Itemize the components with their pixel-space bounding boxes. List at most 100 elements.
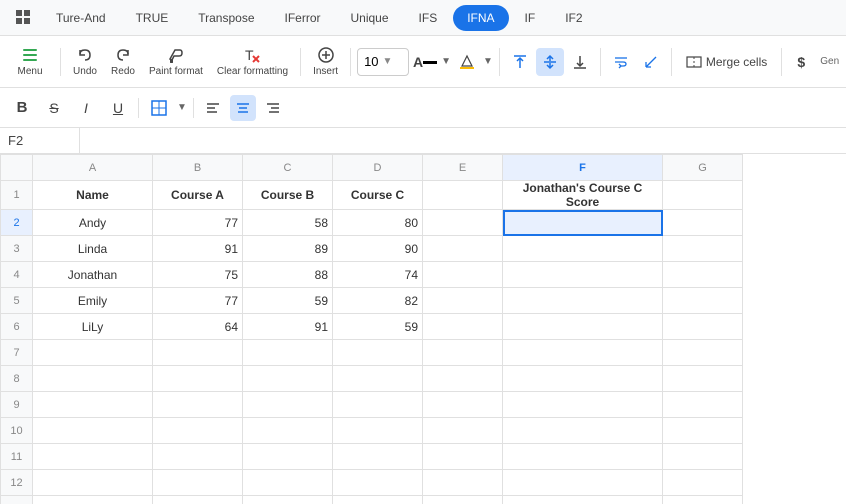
- grid-container[interactable]: A B C D E F G 1 Name Course A Course B C…: [0, 154, 846, 504]
- cell-e6[interactable]: [423, 314, 503, 340]
- cell-ref-box[interactable]: F2: [0, 128, 80, 153]
- cell-f2[interactable]: [503, 210, 663, 236]
- cell-g6[interactable]: [663, 314, 743, 340]
- align-center-button[interactable]: [230, 95, 256, 121]
- cell-g1[interactable]: [663, 181, 743, 210]
- cell-a6[interactable]: LiLy: [33, 314, 153, 340]
- cell-b3[interactable]: 91: [153, 236, 243, 262]
- cell-e5[interactable]: [423, 288, 503, 314]
- tab-if2[interactable]: IF2: [551, 5, 596, 31]
- cell-c2[interactable]: 58: [243, 210, 333, 236]
- clear-formatting-button[interactable]: T Clear formatting: [211, 42, 294, 81]
- undo-label: Undo: [73, 66, 97, 77]
- underline-button[interactable]: U: [104, 94, 132, 122]
- fill-color-button[interactable]: [453, 48, 481, 76]
- col-header-f[interactable]: F: [503, 155, 663, 181]
- cell-c6[interactable]: 91: [243, 314, 333, 340]
- table-body: 1 Name Course A Course B Course C Jonath…: [1, 181, 743, 504]
- cell-e2[interactable]: [423, 210, 503, 236]
- cell-c4[interactable]: 88: [243, 262, 333, 288]
- cell-d1[interactable]: Course C: [333, 181, 423, 210]
- fmt-sep2: [193, 98, 194, 118]
- table-row: 7: [1, 340, 743, 366]
- fill-color-dropdown[interactable]: ▼: [483, 56, 493, 67]
- cell-a3[interactable]: Linda: [33, 236, 153, 262]
- tab-ture-and[interactable]: Ture-And: [42, 5, 120, 31]
- cell-a2[interactable]: Andy: [33, 210, 153, 236]
- cell-f5[interactable]: [503, 288, 663, 314]
- font-size-selector[interactable]: 10 ▼: [357, 48, 409, 76]
- cell-c5[interactable]: 59: [243, 288, 333, 314]
- cell-g2[interactable]: [663, 210, 743, 236]
- cell-f3[interactable]: [503, 236, 663, 262]
- formula-bar[interactable]: [80, 128, 846, 153]
- borders-dropdown[interactable]: ▼: [177, 102, 187, 113]
- cell-d6[interactable]: 59: [333, 314, 423, 340]
- col-header-a[interactable]: A: [33, 155, 153, 181]
- text-rotate-button[interactable]: [637, 48, 665, 76]
- currency-button[interactable]: $: [788, 49, 814, 75]
- cell-a4[interactable]: Jonathan: [33, 262, 153, 288]
- cell-c3[interactable]: 89: [243, 236, 333, 262]
- strikethrough-button[interactable]: S: [40, 94, 68, 122]
- merge-cells-button[interactable]: Merge cells: [678, 52, 775, 72]
- bold-button[interactable]: B: [8, 94, 36, 122]
- cell-b4[interactable]: 75: [153, 262, 243, 288]
- tab-iferror[interactable]: IFerror: [271, 5, 335, 31]
- fmt-sep1: [138, 98, 139, 118]
- borders-button[interactable]: [145, 94, 173, 122]
- cell-a1[interactable]: Name: [33, 181, 153, 210]
- table-row: 3 Linda 91 89 90: [1, 236, 743, 262]
- tab-true[interactable]: TRUE: [122, 5, 183, 31]
- font-color-dropdown[interactable]: ▼: [441, 56, 451, 67]
- row-num-13: 13: [1, 496, 33, 504]
- cell-e4[interactable]: [423, 262, 503, 288]
- cell-e3[interactable]: [423, 236, 503, 262]
- undo-button[interactable]: Undo: [67, 42, 103, 81]
- cell-e1[interactable]: [423, 181, 503, 210]
- cell-d3[interactable]: 90: [333, 236, 423, 262]
- paint-format-button[interactable]: Paint format: [143, 42, 209, 81]
- paint-format-icon: [167, 46, 185, 64]
- menu-button[interactable]: Menu: [6, 42, 54, 81]
- cell-g5[interactable]: [663, 288, 743, 314]
- text-wrap-button[interactable]: [607, 48, 635, 76]
- valign-middle-button[interactable]: [536, 48, 564, 76]
- valign-top-button[interactable]: [506, 48, 534, 76]
- tab-ifna[interactable]: IFNA: [453, 5, 508, 31]
- cell-f1[interactable]: Jonathan's Course C Score: [503, 181, 663, 210]
- font-color-button[interactable]: A: [411, 48, 439, 76]
- align-left-button[interactable]: [200, 95, 226, 121]
- italic-button[interactable]: I: [72, 94, 100, 122]
- cell-f6[interactable]: [503, 314, 663, 340]
- redo-button[interactable]: Redo: [105, 42, 141, 81]
- cell-d4[interactable]: 74: [333, 262, 423, 288]
- cell-a5[interactable]: Emily: [33, 288, 153, 314]
- tab-ifs[interactable]: IFS: [405, 5, 452, 31]
- cell-b2[interactable]: 77: [153, 210, 243, 236]
- tab-unique[interactable]: Unique: [337, 5, 403, 31]
- insert-button[interactable]: Insert: [307, 42, 344, 81]
- cell-g3[interactable]: [663, 236, 743, 262]
- col-header-b[interactable]: B: [153, 155, 243, 181]
- sep6: [671, 48, 672, 76]
- col-header-g[interactable]: G: [663, 155, 743, 181]
- cell-d2[interactable]: 80: [333, 210, 423, 236]
- cell-g4[interactable]: [663, 262, 743, 288]
- cell-b6[interactable]: 64: [153, 314, 243, 340]
- cell-c1[interactable]: Course B: [243, 181, 333, 210]
- cell-f4[interactable]: [503, 262, 663, 288]
- align-right-button[interactable]: [260, 95, 286, 121]
- cell-d5[interactable]: 82: [333, 288, 423, 314]
- font-size-value: 10: [364, 54, 378, 69]
- col-header-d[interactable]: D: [333, 155, 423, 181]
- col-header-e[interactable]: E: [423, 155, 503, 181]
- apps-menu-btn[interactable]: [8, 2, 40, 34]
- valign-bottom-button[interactable]: [566, 48, 594, 76]
- table-row: 4 Jonathan 75 88 74: [1, 262, 743, 288]
- col-header-c[interactable]: C: [243, 155, 333, 181]
- cell-b5[interactable]: 77: [153, 288, 243, 314]
- tab-if[interactable]: IF: [511, 5, 550, 31]
- tab-transpose[interactable]: Transpose: [184, 5, 268, 31]
- cell-b1[interactable]: Course A: [153, 181, 243, 210]
